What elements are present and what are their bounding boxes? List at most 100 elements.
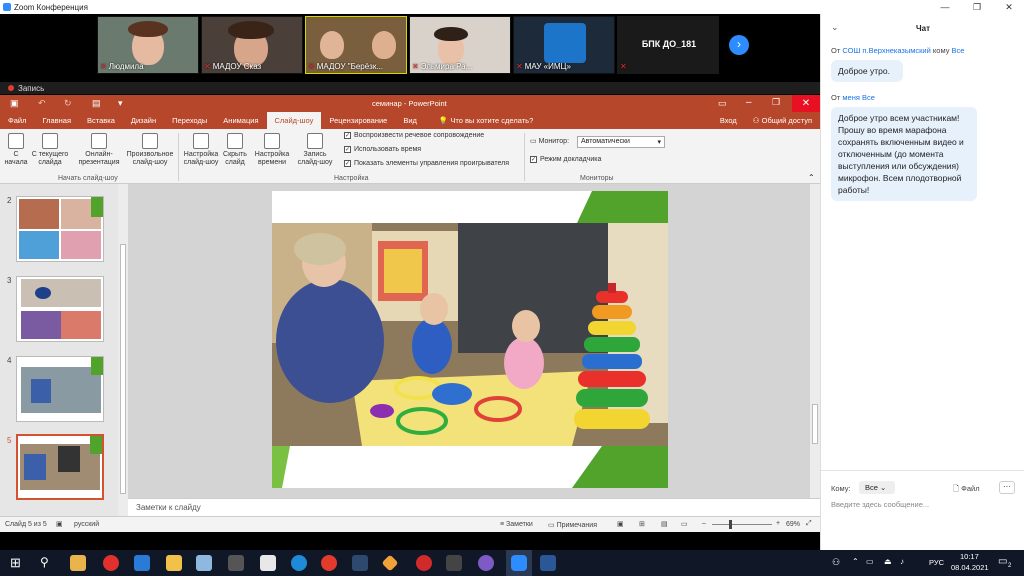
recipient-dropdown[interactable]: Все ⌄ — [859, 481, 895, 494]
language-indicator[interactable]: русский — [74, 521, 99, 528]
current-slide[interactable] — [272, 191, 668, 488]
notes-toggle[interactable]: ≡ Заметки — [500, 521, 533, 528]
volume-icon[interactable]: ♪ — [900, 557, 904, 566]
usb-icon[interactable]: ⏏ — [884, 557, 892, 566]
share-button[interactable]: ⚇ Общий доступ — [745, 112, 820, 129]
canvas-scrollbar[interactable] — [810, 184, 820, 498]
search-icon[interactable]: ⚲ — [40, 555, 49, 569]
reading-view-icon[interactable]: ▤ — [661, 520, 668, 528]
slide-thumbnail[interactable] — [16, 276, 104, 342]
notes-pane[interactable]: Заметки к слайду — [128, 498, 820, 516]
network-icon[interactable]: ▭ — [866, 557, 874, 566]
chevron-down-icon[interactable]: ⌄ — [831, 22, 839, 33]
yandex-browser-icon[interactable] — [321, 555, 337, 571]
file-explorer-icon[interactable] — [166, 555, 182, 571]
people-icon[interactable]: ⚇ — [832, 557, 840, 568]
zoom-slider[interactable] — [712, 524, 772, 525]
sender-name[interactable]: СОШ п.Верхнеказымский — [842, 46, 930, 55]
tell-me-search[interactable]: 💡 Что вы хотите сделать? — [431, 112, 541, 129]
fit-slide-icon[interactable]: ⤢ — [806, 520, 812, 528]
viber-icon[interactable] — [478, 555, 494, 571]
collapse-ribbon-icon[interactable]: ⌃ — [808, 173, 815, 182]
opera-icon[interactable] — [103, 555, 119, 571]
hide-slide-button[interactable]: Скрыть слайд — [221, 133, 249, 167]
app-icon[interactable] — [196, 555, 212, 571]
pp-minimize-button[interactable]: – — [746, 97, 752, 108]
app-icon[interactable] — [352, 555, 368, 571]
participant-tile[interactable]: ✕ МАДОУ Сказ — [201, 16, 303, 74]
monitor-dropdown[interactable]: Автоматически ▾ — [577, 136, 665, 148]
online-presentation-button[interactable]: Онлайн-презентация — [74, 133, 124, 167]
custom-show-button[interactable]: Произвольное слайд-шоу — [124, 133, 176, 167]
opera-icon[interactable] — [416, 555, 432, 571]
zoom-slider-thumb[interactable] — [729, 520, 732, 529]
save-icon[interactable]: ▣ — [10, 98, 19, 109]
rehearse-timings-button[interactable]: Настройка времени — [252, 133, 292, 167]
media-controls-checkbox[interactable]: ✓ Показать элементы управления проигрыват… — [344, 160, 509, 167]
from-current-button[interactable]: С текущего слайда — [30, 133, 70, 167]
record-slideshow-button[interactable]: Запись слайд-шоу — [292, 133, 338, 167]
spellcheck-icon[interactable]: ▣ — [56, 520, 63, 528]
tab-home[interactable]: Главная — [34, 112, 79, 129]
paint-icon[interactable] — [260, 555, 276, 571]
redo-icon[interactable]: ↻ — [64, 98, 72, 109]
zoom-in-icon[interactable]: + — [776, 520, 780, 527]
app-icon[interactable] — [446, 555, 462, 571]
comments-toggle[interactable]: ▭ Примечания — [548, 521, 597, 529]
recipient-name[interactable]: Все — [952, 46, 965, 55]
clock-time[interactable]: 10:17 — [960, 552, 979, 561]
tab-view[interactable]: Вид — [395, 112, 425, 129]
message-input[interactable]: Введите здесь сообщение... — [831, 500, 1017, 540]
tab-file[interactable]: Файл — [0, 112, 34, 129]
timings-checkbox[interactable]: ✓ Использовать время — [344, 146, 421, 153]
thumbnail-scrollbar[interactable] — [118, 184, 128, 516]
store-icon[interactable] — [70, 555, 86, 571]
clock-date[interactable]: 08.04.2021 — [951, 563, 989, 572]
narration-checkbox[interactable]: ✓ Воспроизвести речевое сопровождение — [344, 132, 484, 139]
undo-icon[interactable]: ↶ — [38, 98, 46, 109]
input-language[interactable]: РУС — [929, 558, 944, 567]
slide-thumbnail[interactable] — [16, 356, 104, 422]
pp-maximize-button[interactable]: ❐ — [772, 97, 780, 108]
customize-qat-icon[interactable]: ▾ — [118, 98, 123, 109]
participant-tile-active[interactable]: ✕ МАДОУ "Берёзк... — [305, 16, 407, 74]
tray-chevron-icon[interactable]: ⌃ — [852, 557, 859, 566]
mail-icon[interactable] — [134, 555, 150, 571]
sender-name[interactable]: меня — [842, 93, 860, 102]
tab-slideshow[interactable]: Слайд-шоу — [266, 112, 322, 129]
ribbon-options-icon[interactable]: ▭ — [718, 98, 727, 109]
slide-thumbnail[interactable] — [16, 196, 104, 262]
recipient-name[interactable]: Все — [862, 93, 875, 102]
slideshow-view-icon[interactable]: ▭ — [681, 520, 688, 528]
next-page-button[interactable]: › — [729, 35, 749, 55]
slide-sorter-icon[interactable]: ⊞ — [639, 520, 645, 528]
tab-insert[interactable]: Вставка — [79, 112, 123, 129]
zoom-out-icon[interactable]: – — [702, 520, 706, 527]
present-icon[interactable]: ▤ — [92, 98, 101, 109]
app-icon[interactable] — [381, 554, 399, 572]
setup-slideshow-button[interactable]: Настройка слайд-шоу — [181, 133, 221, 167]
participant-tile[interactable]: ✕ МАУ «ИМЦ» — [513, 16, 615, 74]
notifications-icon[interactable]: ▭ — [998, 556, 1007, 567]
zoom-level[interactable]: 69% — [786, 521, 800, 528]
slide-thumbnail-selected[interactable] — [16, 434, 104, 500]
tab-transitions[interactable]: Переходы — [164, 112, 215, 129]
participant-tile[interactable]: ✕ Людмила — [97, 16, 199, 74]
presenter-view-checkbox[interactable]: ✓ Режим докладчика — [530, 156, 601, 163]
maximize-button[interactable]: ❐ — [962, 0, 992, 14]
pp-close-button[interactable]: ✕ — [792, 95, 820, 112]
from-start-button[interactable]: С начала — [4, 133, 28, 167]
participant-tile[interactable]: БПК ДО_181 ✕ — [617, 16, 719, 74]
file-button[interactable]: 🗋 Файл — [953, 483, 980, 496]
word-icon[interactable] — [540, 555, 556, 571]
tab-review[interactable]: Рецензирование — [321, 112, 395, 129]
normal-view-icon[interactable]: ▣ — [617, 520, 624, 528]
edge-icon[interactable] — [291, 555, 307, 571]
close-button[interactable]: ✕ — [994, 0, 1024, 14]
zoom-taskbar-icon[interactable] — [506, 550, 532, 576]
windows-start-icon[interactable]: ⊞ — [10, 555, 21, 571]
tab-animations[interactable]: Анимация — [215, 112, 266, 129]
tab-design[interactable]: Дизайн — [123, 112, 164, 129]
minimize-button[interactable]: — — [930, 0, 960, 14]
more-options-button[interactable]: ··· — [999, 481, 1015, 494]
